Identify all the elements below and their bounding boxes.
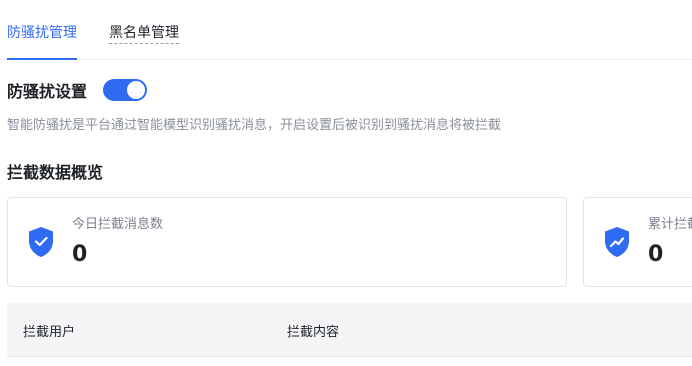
stat-card-today: 今日拦截消息数 0 (7, 197, 567, 287)
stat-value: 0 (648, 242, 664, 267)
stat-card-total: 累计拦截消息数 0 (583, 197, 692, 287)
table-header: 拦截用户 拦截内容 (7, 303, 692, 357)
stat-label: 累计拦截消息数 (648, 217, 692, 232)
shield-check-icon (29, 227, 53, 257)
stat-value: 0 (72, 242, 88, 267)
anti-harassment-toggle[interactable] (103, 79, 148, 101)
tab-blacklist[interactable]: 黑名单管理 (109, 24, 179, 44)
shield-trend-icon (605, 227, 629, 257)
setting-description: 智能防骚扰是平台通过智能模型识别骚扰消息，开启设置后被识别到骚扰消息将被拦截 (7, 118, 502, 133)
column-header-user: 拦截用户 (23, 325, 76, 340)
tab-bar: 防骚扰管理 黑名单管理 (0, 0, 692, 60)
setting-title: 防骚扰设置 (7, 82, 88, 101)
stat-label: 今日拦截消息数 (72, 217, 164, 232)
column-header-content: 拦截内容 (287, 325, 340, 340)
tab-anti-harassment[interactable]: 防骚扰管理 (7, 24, 77, 60)
toggle-knob (127, 81, 146, 99)
anti-harassment-setting-row: 防骚扰设置 (7, 78, 148, 102)
overview-title: 拦截数据概览 (7, 163, 104, 182)
